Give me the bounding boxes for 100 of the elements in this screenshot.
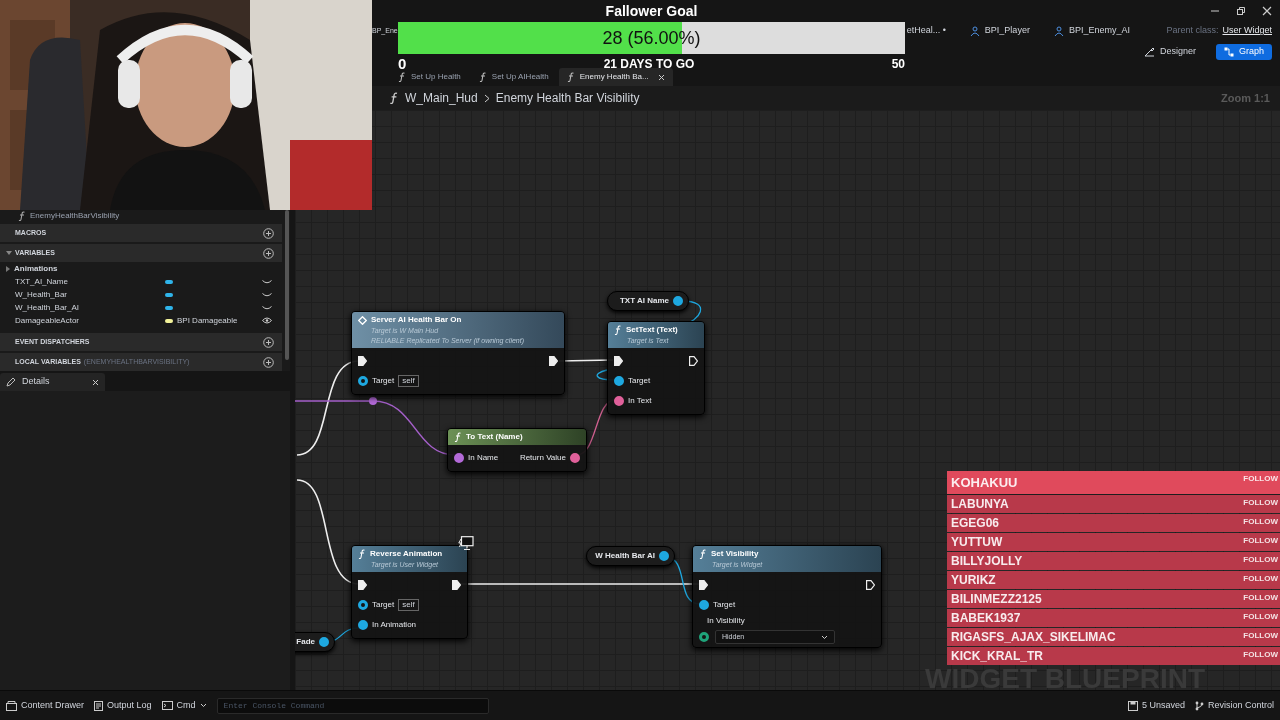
parent-class-label: Parent class: xyxy=(1166,24,1219,38)
data-pin[interactable] xyxy=(614,376,624,386)
scrollbar[interactable] xyxy=(285,210,289,360)
chevron-right-icon xyxy=(483,93,490,103)
follow-label: FOLLOW xyxy=(1243,630,1278,642)
exec-pin[interactable] xyxy=(358,580,367,590)
function-icon xyxy=(389,92,399,104)
restore-icon[interactable] xyxy=(1236,6,1246,16)
pin-label: In Text xyxy=(628,395,652,407)
console-field[interactable]: Enter Console Command xyxy=(216,697,489,714)
exec-pin[interactable] xyxy=(358,356,367,366)
exec-pin[interactable] xyxy=(866,580,875,590)
node-title: SetText (Text) xyxy=(626,324,678,336)
data-pin[interactable] xyxy=(659,551,669,561)
status-button[interactable]: Output Log xyxy=(94,698,152,713)
follower-name: RIGASFS_AJAX_SIKELIMAC xyxy=(951,629,1116,646)
add-icon[interactable] xyxy=(263,227,274,239)
person-icon xyxy=(969,26,980,36)
pin-label: In Name xyxy=(468,452,499,464)
data-pin[interactable] xyxy=(454,453,464,463)
graph-tab[interactable]: Enemy Health Ba... xyxy=(558,68,673,86)
drawer-icon xyxy=(6,700,17,711)
chevron-down-icon xyxy=(821,634,828,640)
mode-button[interactable]: Designer xyxy=(1135,44,1204,60)
follow-label: FOLLOW xyxy=(1243,516,1278,528)
pin-label: Target xyxy=(713,599,736,611)
data-pin[interactable] xyxy=(614,396,624,406)
close-icon[interactable] xyxy=(1262,6,1272,16)
function-icon xyxy=(614,325,622,335)
status-button[interactable]: Content Drawer xyxy=(6,698,85,713)
follow-label: FOLLOW xyxy=(1243,592,1278,604)
branch-icon xyxy=(1194,700,1204,711)
variable-node[interactable]: TXT AI Name xyxy=(607,291,689,311)
closed-eye-icon[interactable] xyxy=(262,292,272,297)
breadcrumb-item[interactable]: Enemy Health Bar Visibility xyxy=(495,89,640,107)
data-pin[interactable] xyxy=(319,637,329,647)
parent-class-link[interactable]: User Widget xyxy=(1222,24,1272,38)
blueprint-node[interactable]: To Text (Name) In Name Return Value xyxy=(447,428,587,472)
pin-label: In Animation xyxy=(372,619,417,631)
data-pin[interactable] xyxy=(358,620,368,630)
follow-label: FOLLOW xyxy=(1243,573,1278,585)
graph-icon xyxy=(1224,47,1234,57)
closed-eye-icon[interactable] xyxy=(262,279,272,284)
follower-name: LABUNYA xyxy=(951,496,1009,513)
follow-label: FOLLOW xyxy=(1243,473,1278,485)
function-icon xyxy=(454,432,462,442)
data-pin[interactable] xyxy=(358,600,368,610)
terminal-icon xyxy=(161,701,173,710)
variable-item[interactable]: DamageableActor BPI Damageable xyxy=(0,314,282,327)
add-icon[interactable] xyxy=(263,356,274,368)
closed-eye-icon[interactable] xyxy=(262,305,272,310)
pin-label: Target xyxy=(628,375,651,387)
data-pin[interactable] xyxy=(699,600,709,610)
variable-node[interactable]: Fade xyxy=(295,632,335,652)
variable-node[interactable]: W Health Bar AI xyxy=(586,546,675,566)
editor-tab[interactable]: BPI_Player xyxy=(969,24,1030,38)
status-button[interactable]: Cmd xyxy=(161,698,207,713)
variable-item[interactable]: TXT_AI_Name xyxy=(0,275,282,288)
category-item[interactable]: Animations xyxy=(0,262,282,275)
close-icon[interactable] xyxy=(92,378,99,386)
function-item[interactable]: EnemyHealthBarVisibility xyxy=(0,210,282,222)
chevron-down-icon xyxy=(199,703,207,708)
follower-name: YUTTUW xyxy=(951,534,1003,551)
data-pin[interactable] xyxy=(699,632,709,642)
pin-label: Target xyxy=(372,599,395,611)
exec-pin[interactable] xyxy=(699,580,708,590)
variable-item[interactable]: W_Health_Bar_AI xyxy=(0,301,282,314)
goal-title: Fallower Goal xyxy=(605,1,698,21)
reroute-node[interactable] xyxy=(369,397,377,405)
exec-pin[interactable] xyxy=(549,356,558,366)
mode-button[interactable]: Graph xyxy=(1216,44,1272,60)
status-button[interactable]: Revision Control xyxy=(1194,698,1274,713)
default-value[interactable]: self xyxy=(398,599,419,611)
brush-icon xyxy=(1143,47,1155,57)
data-pin[interactable] xyxy=(358,376,368,386)
eye-icon[interactable] xyxy=(262,317,272,324)
function-icon xyxy=(478,72,487,82)
data-pin[interactable] xyxy=(570,453,580,463)
close-icon[interactable] xyxy=(657,73,665,81)
data-pin[interactable] xyxy=(673,296,683,306)
add-icon[interactable] xyxy=(263,247,274,259)
status-button[interactable]: 5 Unsaved xyxy=(1127,698,1185,713)
add-icon[interactable] xyxy=(263,336,274,348)
exec-pin[interactable] xyxy=(614,356,623,366)
goal-max: 50 xyxy=(891,56,905,73)
variable-item[interactable]: W_Health_Bar xyxy=(0,288,282,301)
editor-tab[interactable]: etHeal... • xyxy=(906,24,946,38)
default-value[interactable]: self xyxy=(398,375,419,387)
follower-name: EGEG06 xyxy=(951,515,1000,532)
exec-pin[interactable] xyxy=(452,580,461,590)
graph-tab[interactable]: Set Up AIHealth xyxy=(470,68,557,86)
editor-tab[interactable]: BPI_Enemy_AI xyxy=(1053,24,1130,38)
exec-pin[interactable] xyxy=(689,356,698,366)
details-tab[interactable]: Details xyxy=(0,373,105,391)
function-icon xyxy=(398,72,406,82)
pin-label: Return Value xyxy=(519,452,566,464)
breadcrumb-item[interactable]: W_Main_Hud xyxy=(405,89,478,107)
person-icon xyxy=(1053,26,1064,36)
pencil-icon xyxy=(6,377,16,387)
follower-name: KOHAKUU xyxy=(951,473,1018,492)
